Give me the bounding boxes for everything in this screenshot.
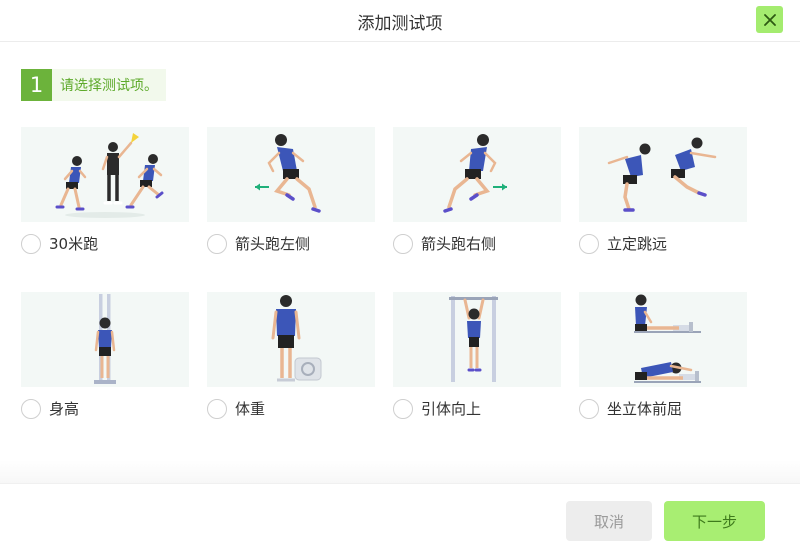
test-option[interactable]: 箭头跑右侧 [393,233,496,254]
test-option[interactable]: 身高 [21,398,79,419]
radio-button[interactable] [579,233,599,254]
test-label: 立定跳远 [607,235,668,253]
footer-divider [0,460,800,484]
arrow-run-right-illustration [393,127,561,222]
radio-button[interactable] [207,233,227,254]
arrow-run-left-illustration [207,127,375,222]
add-test-dialog: 添加测试项 1 请选择测试项。 30米跑 箭头跑左侧 箭头跑右侧 立定跳远 身高… [0,0,800,556]
close-button[interactable] [756,6,783,33]
test-option[interactable]: 箭头跑左侧 [207,233,310,254]
radio-button[interactable] [21,233,41,254]
close-icon [763,13,776,26]
test-option[interactable]: 坐立体前屈 [579,398,682,419]
next-step-button[interactable]: 下一步 [664,501,765,541]
test-card-arrow-run-right[interactable]: 箭头跑右侧 [393,127,561,254]
dialog-title: 添加测试项 [357,14,443,34]
standing-long-jump-illustration [579,127,747,222]
pull-up-illustration [393,292,561,387]
step-instruction: 请选择测试项。 [52,69,166,101]
step-number: 1 [21,69,52,101]
test-card-weight[interactable]: 体重 [207,292,375,419]
test-label: 体重 [235,400,266,418]
test-card-30m-sprint[interactable]: 30米跑 [21,127,189,254]
radio-button[interactable] [393,233,413,254]
sit-and-reach-illustration [579,292,747,387]
test-label: 30米跑 [49,235,99,253]
test-option[interactable]: 30米跑 [21,233,98,254]
test-label: 引体向上 [421,400,482,418]
sprint-30m-illustration [21,127,189,222]
test-card-standing-long-jump[interactable]: 立定跳远 [579,127,747,254]
dialog-header: 添加测试项 [0,0,800,42]
test-option[interactable]: 体重 [207,398,265,419]
test-label: 箭头跑左侧 [235,235,311,253]
test-card-sit-and-reach[interactable]: 坐立体前屈 [579,292,747,419]
radio-button[interactable] [207,398,227,419]
cancel-button[interactable]: 取消 [566,501,652,541]
test-label: 身高 [49,400,80,418]
height-illustration [21,292,189,387]
test-card-height[interactable]: 身高 [21,292,189,419]
radio-button[interactable] [21,398,41,419]
test-label: 箭头跑右侧 [421,235,497,253]
test-card-pull-up[interactable]: 引体向上 [393,292,561,419]
test-option[interactable]: 引体向上 [393,398,481,419]
test-label: 坐立体前屈 [607,400,683,418]
radio-button[interactable] [393,398,413,419]
test-option[interactable]: 立定跳远 [579,233,667,254]
radio-button[interactable] [579,398,599,419]
step-indicator: 1 请选择测试项。 [21,69,166,101]
test-card-arrow-run-left[interactable]: 箭头跑左侧 [207,127,375,254]
weight-illustration [207,292,375,387]
